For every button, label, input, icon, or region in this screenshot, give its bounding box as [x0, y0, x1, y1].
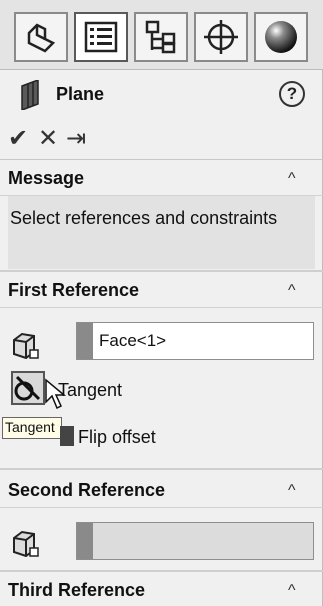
manager-tab-bar	[0, 0, 323, 70]
flip-offset-label: Flip offset	[78, 427, 156, 447]
dimxpertmanager-tab[interactable]	[194, 12, 248, 62]
section-title: Second Reference	[8, 480, 166, 500]
section-title: Message	[8, 168, 85, 188]
appearance-sphere-icon	[265, 21, 297, 53]
selection-value: Face<1>	[99, 331, 167, 350]
property-manager-icon	[84, 21, 118, 53]
featuremanager-tab[interactable]	[14, 12, 68, 62]
ok-button[interactable]: ✔	[8, 126, 28, 152]
collapse-chevron-icon[interactable]: ^	[288, 482, 296, 500]
section-title: First Reference	[8, 280, 140, 300]
feature-manager-icon	[27, 23, 56, 53]
first-reference-header[interactable]: First Reference ^	[0, 272, 323, 308]
selection-color-bar	[77, 523, 93, 559]
face-selection-icon	[13, 332, 39, 360]
help-icon[interactable]: ?	[279, 81, 305, 107]
section-title: Third Reference	[8, 580, 146, 600]
displaymanager-tab[interactable]	[254, 12, 308, 62]
plane-icon	[21, 80, 39, 110]
cancel-button[interactable]: ✕	[38, 126, 58, 152]
configurationmanager-tab[interactable]	[134, 12, 188, 62]
second-reference-header[interactable]: Second Reference ^	[0, 472, 323, 508]
tooltip: Tangent	[2, 417, 62, 439]
property-header: Plane ?	[0, 70, 323, 118]
configuration-manager-icon	[145, 20, 176, 54]
collapse-chevron-icon[interactable]: ^	[288, 282, 296, 300]
collapse-chevron-icon[interactable]: ^	[288, 170, 296, 188]
first-reference-selection-box[interactable]: Face<1>	[76, 322, 314, 360]
mouse-cursor-icon	[44, 378, 74, 417]
tangent-icon	[14, 375, 41, 401]
message-section-header[interactable]: Message ^	[0, 160, 323, 196]
tangent-button[interactable]	[11, 371, 45, 405]
crosshair-icon	[204, 20, 238, 54]
action-bar: ✔ ✕ ⇥	[0, 118, 323, 160]
collapse-chevron-icon[interactable]: ^	[288, 582, 296, 600]
plane-propertymanager: Plane ? ✔ ✕ ⇥ Message ^ Select reference…	[0, 0, 323, 606]
message-text: Select references and constraints	[8, 196, 315, 269]
page-title: Plane	[56, 84, 105, 104]
flip-offset-checkbox[interactable]	[60, 426, 74, 446]
face-selection-icon	[13, 530, 39, 558]
second-reference-selection-box[interactable]	[76, 522, 314, 560]
section-divider	[0, 468, 323, 470]
third-reference-header[interactable]: Third Reference ^	[0, 572, 323, 606]
propertymanager-tab[interactable]	[74, 12, 128, 62]
pushpin-button[interactable]: ⇥	[66, 126, 86, 152]
selection-color-bar	[77, 323, 93, 359]
